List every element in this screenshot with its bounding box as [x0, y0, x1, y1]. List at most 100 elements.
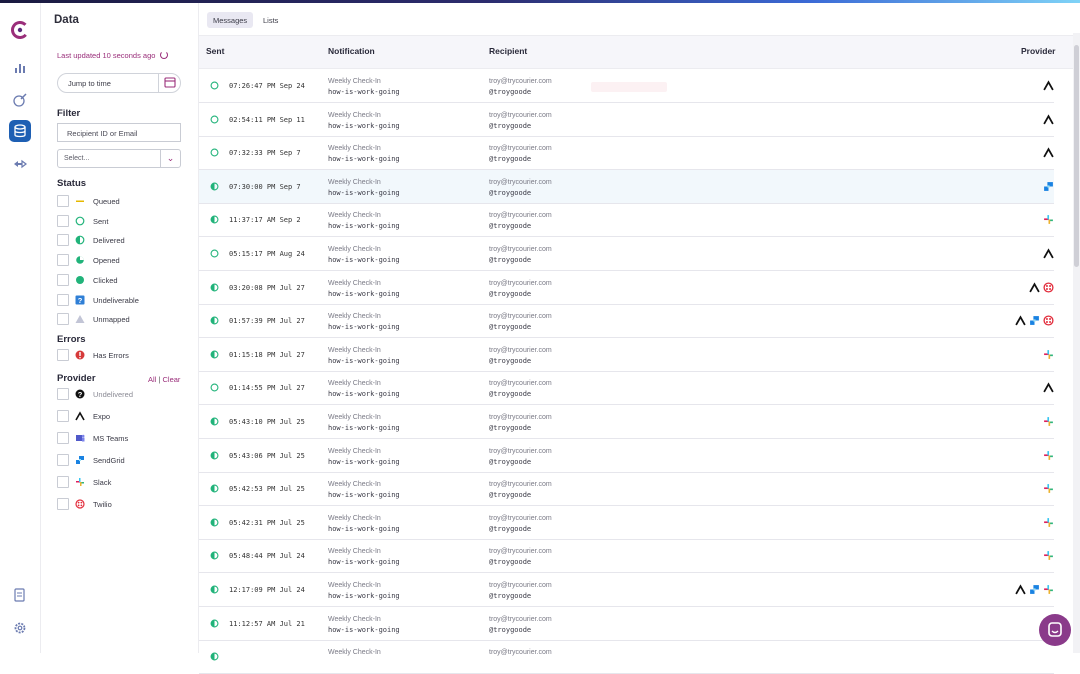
table-row[interactable]: 05:42:53 PM Jul 25 Weekly Check-In how-is-… [199, 472, 1054, 507]
table-row[interactable]: 05:43:06 PM Jul 25 Weekly Check-In how-is-… [199, 439, 1054, 473]
expo-icon [1015, 315, 1026, 326]
checkbox[interactable] [57, 195, 69, 207]
provider-option[interactable]: Expo [57, 410, 183, 423]
sendgrid-icon [1030, 585, 1039, 594]
page-title: Data [54, 14, 79, 26]
courier-logo-icon[interactable] [10, 20, 30, 40]
notification-template: how-is-work-going [328, 625, 400, 634]
sent-time: 05:43:06 PM Jul 25 [229, 451, 305, 460]
notification-name: Weekly Check-In [328, 313, 381, 321]
notification-select[interactable]: Select... ⌄ [57, 149, 181, 168]
provider-option[interactable]: Twilio [57, 498, 183, 511]
checkbox[interactable] [57, 214, 69, 227]
provider-all-link[interactable]: All [148, 375, 156, 384]
checkbox[interactable] [57, 432, 69, 444]
table-row[interactable]: Weekly Check-In troy@trycourier.com [199, 640, 1054, 674]
recipient-handle: @troygoode [489, 625, 532, 634]
notification-name: Weekly Check-In [328, 380, 381, 388]
provider-icons [1043, 416, 1054, 427]
table-row[interactable]: 01:14:55 PM Jul 27 Weekly Check-In how-is-… [199, 371, 1054, 406]
status-option-label: Unmapped [93, 315, 130, 325]
checkbox[interactable] [57, 476, 69, 488]
table-row[interactable]: 03:20:08 PM Jul 27 Weekly Check-In how-is-… [199, 271, 1054, 305]
provider-icons [1043, 450, 1054, 461]
table-row[interactable]: 11:37:17 AM Sep 2 Weekly Check-In how-is-w… [199, 203, 1054, 238]
jump-to-time-input[interactable]: Jump to time [57, 73, 181, 93]
tab-messages[interactable]: Messages [207, 12, 254, 28]
provider-clear-link[interactable]: Clear [162, 375, 180, 384]
table-row[interactable]: 05:15:17 PM Aug 24 Weekly Check-In how-is-… [199, 237, 1054, 271]
filter-sidebar: Data Last updated 10 seconds ago Jump to… [41, 3, 199, 653]
table-row[interactable]: 05:43:10 PM Jul 25 Weekly Check-In how-is-… [199, 405, 1054, 439]
checkbox[interactable] [57, 454, 69, 466]
table-row[interactable]: 02:54:11 PM Sep 11 Weekly Check-In how-is-… [199, 103, 1054, 137]
provider-option[interactable]: Slack [57, 476, 183, 489]
provider-icons [1043, 114, 1054, 125]
recipient-handle: @troygoode [489, 121, 532, 130]
integrations-icon[interactable] [12, 156, 28, 172]
error-option-label: Has Errors [93, 351, 129, 360]
status-option[interactable]: Clicked [57, 273, 183, 287]
table-row[interactable]: 05:48:44 PM Jul 24 Weekly Check-In how-is-… [199, 539, 1054, 574]
recipient-email: troy@trycourier.com [489, 212, 552, 220]
recipient-email: troy@trycourier.com [489, 414, 552, 421]
last-updated[interactable]: Last updated 10 seconds ago [57, 51, 168, 60]
calendar-button[interactable] [158, 74, 180, 92]
status-option[interactable]: Delivered [57, 234, 183, 247]
status-option[interactable]: ? Undeliverable [57, 293, 183, 307]
table-row[interactable]: 07:26:47 PM Sep 24 Weekly Check-In how-is-… [199, 69, 1054, 103]
settings-gear-icon[interactable] [12, 620, 28, 636]
status-option[interactable]: Sent [57, 214, 183, 228]
notification-name: Weekly Check-In [328, 414, 381, 421]
table-row[interactable]: 05:42:31 PM Jul 25 Weekly Check-In how-is-… [199, 506, 1054, 540]
half-circle-icon [210, 619, 219, 628]
table-row[interactable]: 12:17:09 PM Jul 24 Weekly Check-In how-is-… [199, 573, 1054, 607]
tab-lists[interactable]: Lists [257, 12, 284, 28]
checkbox[interactable] [57, 498, 69, 510]
provider-option[interactable]: SendGrid [57, 454, 183, 467]
recipient-email: troy@trycourier.com [489, 514, 552, 522]
status-option-label: Undeliverable [93, 295, 139, 305]
provider-option[interactable]: ? Undelivered [57, 388, 183, 401]
error-option[interactable]: Has Errors [57, 349, 183, 362]
analytics-icon[interactable] [12, 60, 28, 76]
designer-icon[interactable] [12, 92, 28, 108]
checkbox[interactable] [57, 313, 69, 326]
recipient-email: troy@trycourier.com [489, 145, 552, 153]
checkbox[interactable] [57, 410, 69, 422]
table-row[interactable]: 01:15:18 PM Jul 27 Weekly Check-In how-is-… [199, 338, 1054, 372]
column-sent: Sent [206, 46, 225, 56]
provider-icons [1043, 80, 1054, 91]
table-row[interactable]: 01:57:39 PM Jul 27 Weekly Check-In how-is-… [199, 304, 1054, 339]
chat-launcher-button[interactable] [1039, 614, 1071, 646]
checkbox[interactable] [57, 273, 69, 286]
provider-icons [1043, 517, 1054, 528]
provider-icons [1015, 584, 1054, 595]
table-row[interactable]: 07:32:33 PM Sep 7 Weekly Check-In how-is-w… [199, 136, 1054, 171]
checkbox[interactable] [57, 349, 69, 361]
sendgrid-icon [1044, 181, 1053, 191]
expo-icon [1043, 80, 1054, 91]
notification-name: Weekly Check-In [328, 447, 381, 455]
status-option[interactable]: Opened [57, 254, 183, 267]
refresh-icon[interactable] [159, 51, 168, 59]
checkbox[interactable] [57, 254, 69, 267]
table-row[interactable]: 07:30:00 PM Sep 7 Weekly Check-In how-is-w… [199, 169, 1054, 204]
chevron-down-icon[interactable]: ⌄ [160, 150, 180, 167]
recipient-filter-input[interactable]: Recipient ID or Email [57, 123, 181, 142]
status-option[interactable]: Unmapped [57, 313, 183, 326]
checkbox[interactable] [57, 293, 69, 306]
provider-option-label: MS Teams [93, 434, 129, 443]
table-row[interactable]: 11:12:57 AM Jul 21 Weekly Check-In how-is-… [199, 607, 1054, 641]
half-circle-icon [210, 283, 219, 292]
checkbox[interactable] [57, 388, 69, 400]
scrollbar-thumb[interactable] [1074, 45, 1079, 267]
docs-icon[interactable] [12, 587, 28, 603]
provider-option[interactable]: MS Teams [57, 432, 183, 445]
sent-time: 07:32:33 PM Sep 7 [229, 149, 301, 158]
checkbox[interactable] [57, 234, 69, 247]
status-option[interactable]: Queued [57, 195, 183, 208]
scrollbar[interactable] [1073, 33, 1080, 653]
data-nav-button[interactable] [9, 120, 31, 142]
recipient-handle: @troygoode [489, 155, 532, 164]
